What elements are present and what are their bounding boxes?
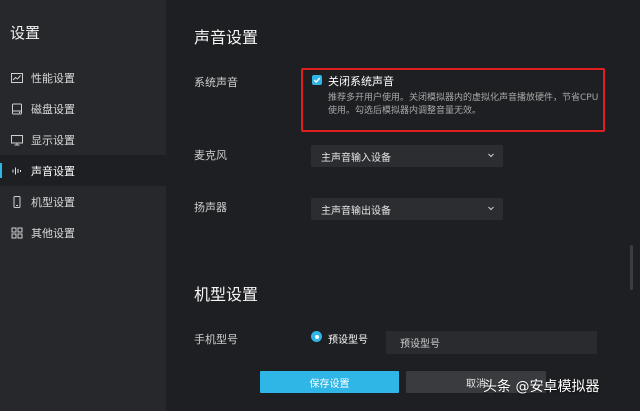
chart-icon — [11, 72, 23, 84]
scrollbar[interactable] — [630, 245, 633, 290]
preset-model-radio-label[interactable]: 预设型号 — [328, 331, 368, 346]
sidebar-item-model[interactable]: 机型设置 — [0, 186, 166, 217]
sidebar-item-sound[interactable]: 声音设置 — [0, 155, 166, 186]
preset-model-value: 预设型号 — [400, 339, 440, 350]
mute-description: 推荐多开用户使用。关闭模拟器内的虚拟化声音播放硬件，节省CPU使用。勾选后模拟器… — [328, 93, 599, 116]
phone-icon — [11, 195, 23, 208]
sidebar-item-performance[interactable]: 性能设置 — [0, 62, 166, 93]
sidebar-item-label: 声音设置 — [31, 164, 75, 178]
sidebar-item-display[interactable]: 显示设置 — [0, 124, 166, 155]
mute-system-sound-label[interactable]: 关闭系统声音 — [328, 73, 394, 89]
sidebar-nav: 性能设置 磁盘设置 显示设置 声音设置 机型设置 其他设置 — [0, 62, 166, 248]
sidebar-item-label: 其他设置 — [31, 226, 75, 240]
microphone-label: 麦克风 — [194, 149, 227, 162]
microphone-select[interactable]: 主声音输入设备 — [311, 145, 503, 167]
sidebar-item-label: 机型设置 — [31, 195, 75, 209]
model-section-title: 机型设置 — [194, 285, 259, 304]
speaker-select[interactable]: 主声音输出设备 — [311, 198, 503, 220]
sound-section-title: 声音设置 — [194, 28, 259, 47]
sidebar-item-disk[interactable]: 磁盘设置 — [0, 93, 166, 124]
chevron-down-icon — [487, 151, 495, 159]
grid-icon — [11, 227, 23, 239]
preset-model-field[interactable]: 预设型号 — [386, 331, 597, 354]
chevron-down-icon — [487, 204, 495, 212]
sidebar: 设置 性能设置 磁盘设置 显示设置 声音设置 机型设置 其他设置 — [0, 0, 166, 411]
sidebar-title: 设置 — [10, 24, 41, 42]
settings-main: 声音设置 系统声音 关闭系统声音 推荐多开用户使用。关闭模拟器内的虚拟化声音播放… — [166, 0, 640, 411]
disk-icon — [11, 103, 23, 115]
checkmark-icon — [313, 77, 321, 83]
system-sound-label: 系统声音 — [194, 76, 238, 89]
save-button[interactable]: 保存设置 — [260, 371, 399, 393]
sidebar-item-label: 磁盘设置 — [31, 102, 75, 116]
speaker-select-value: 主声音输出设备 — [321, 205, 391, 217]
sidebar-item-other[interactable]: 其他设置 — [0, 217, 166, 248]
phone-model-label: 手机型号 — [194, 333, 238, 346]
mute-system-sound-checkbox[interactable] — [312, 75, 322, 85]
sidebar-item-label: 性能设置 — [31, 71, 75, 85]
sidebar-item-label: 显示设置 — [31, 133, 75, 147]
speaker-label: 扬声器 — [194, 201, 227, 214]
microphone-select-value: 主声音输入设备 — [321, 152, 391, 164]
sound-icon — [11, 165, 23, 177]
monitor-icon — [11, 134, 23, 146]
preset-model-radio[interactable] — [311, 331, 322, 342]
watermark-text: 头条 @安卓模拟器 — [483, 379, 600, 395]
